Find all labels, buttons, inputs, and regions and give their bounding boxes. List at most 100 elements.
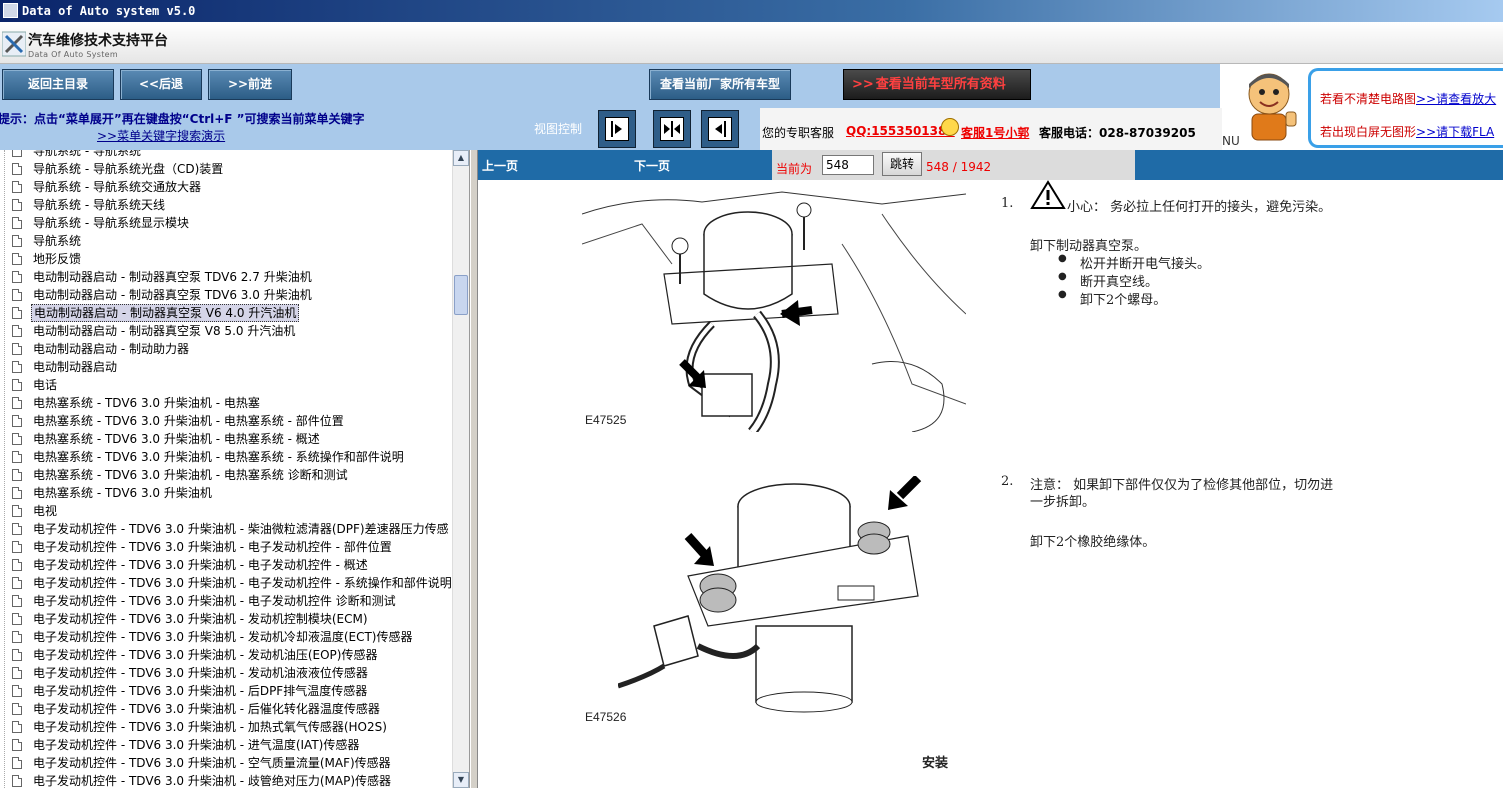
step-2-number: 2.	[1001, 474, 1014, 489]
tree-item[interactable]: 导航系统 - 导航系统光盘（CD)装置	[0, 160, 452, 178]
tree-item[interactable]: 电子发动机控件 - TDV6 3.0 升柴油机 - 歧管绝对压力(MAP)传感器	[0, 772, 452, 788]
tree-item-label: 电热塞系统 - TDV6 3.0 升柴油机 - 电热塞系统 - 系统操作和部件说…	[33, 450, 404, 464]
document-icon	[12, 757, 22, 769]
menu-tree: 导航系统 - 导航系统 导航系统 - 导航系统光盘（CD)装置 导航系统 - 导航系…	[0, 150, 470, 788]
tree-item-label: 导航系统 - 导航系统天线	[33, 198, 165, 212]
tree-item[interactable]: 电动制动器启动 - 制动器真空泵 V8 5.0 升汽油机	[0, 322, 452, 340]
document-icon	[12, 523, 22, 535]
tree-item[interactable]: 电子发动机控件 - TDV6 3.0 升柴油机 - 发动机冷却液温度(ECT)传…	[0, 628, 452, 646]
view-expand-right-button[interactable]	[598, 110, 636, 148]
install-heading: 安装	[922, 756, 949, 771]
tree-item[interactable]: 电子发动机控件 - TDV6 3.0 升柴油机 - 柴油微粒滤清器(DPF)差速…	[0, 520, 452, 538]
document-icon	[12, 559, 22, 571]
tree-item[interactable]: 地形反馈	[0, 250, 452, 268]
tree-item[interactable]: 电热塞系统 - TDV6 3.0 升柴油机 - 电热塞系统 - 系统操作和部件说…	[0, 448, 452, 466]
document-icon	[12, 150, 22, 157]
view-split-button[interactable]	[653, 110, 691, 148]
current-page-label: 当前为	[776, 162, 813, 176]
tree-item-label: 电子发动机控件 - TDV6 3.0 升柴油机 - 电子发动机控件 - 系统操作…	[33, 576, 452, 590]
document-icon	[12, 307, 22, 319]
tree-item[interactable]: 导航系统 - 导航系统	[0, 150, 452, 160]
service-phone: 客服电话：028-87039205	[1039, 126, 1196, 140]
tree-item[interactable]: 电子发动机控件 - TDV6 3.0 升柴油机 - 发动机油液液位传感器	[0, 664, 452, 682]
document-content: E47525 E47526 1. 小心： 务必拉上任何打开的接头，避免污染。 卸…	[478, 180, 1503, 788]
step-1-bullet-2: 断开真空线。	[1058, 271, 1158, 290]
pager-bar: 上一页 下一页 当前为 跳转 548 / 1942	[478, 150, 1503, 180]
tree-item[interactable]: 电动制动器启动	[0, 358, 452, 376]
tree-item[interactable]: 电子发动机控件 - TDV6 3.0 升柴油机 - 电子发动机控件 - 概述	[0, 556, 452, 574]
hint-text: 提示：点击“菜单展开”再在键盘按“Ctrl+F ”可搜索当前菜单关键字	[0, 112, 365, 126]
prev-page-link[interactable]: 上一页	[482, 157, 518, 174]
page-number-input[interactable]	[822, 155, 874, 175]
next-page-link[interactable]: 下一页	[634, 157, 670, 174]
step-1-caution: 小心： 务必拉上任何打开的接头，避免污染。	[1067, 200, 1332, 215]
tree-item[interactable]: 电子发动机控件 - TDV6 3.0 升柴油机 - 后催化转化器温度传感器	[0, 700, 452, 718]
tree-item-label: 电热塞系统 - TDV6 3.0 升柴油机 - 电热塞系统 - 部件位置	[33, 414, 344, 428]
tree-item[interactable]: 电子发动机控件 - TDV6 3.0 升柴油机 - 发动机油压(EOP)传感器	[0, 646, 452, 664]
tree-item-label: 电动制动器启动 - 制动器真空泵 TDV6 3.0 升柴油机	[33, 288, 312, 302]
tree-item[interactable]: 电热塞系统 - TDV6 3.0 升柴油机 - 电热塞系统 诊断和测试	[0, 466, 452, 484]
search-demo-link[interactable]: >>菜单关键字搜索演示	[97, 127, 225, 144]
tree-item[interactable]: 电动制动器启动 - 制动器真空泵 V6 4.0 升汽油机	[0, 304, 452, 322]
document-icon	[12, 433, 22, 445]
tree-item[interactable]: 导航系统 - 导航系统交通放大器	[0, 178, 452, 196]
tree-item[interactable]: 电动制动器启动 - 制动助力器	[0, 340, 452, 358]
tree-scrollbar[interactable]: ▲ ▼	[452, 150, 469, 788]
ad-panel: 若看不清楚电路图>>请查看放大 若出现白屏无图形>>请下载FLA	[1222, 64, 1503, 150]
ad-line-1: 若看不清楚电路图>>请查看放大	[1320, 90, 1496, 107]
view-expand-left-button[interactable]	[701, 110, 739, 148]
document-icon	[12, 631, 22, 643]
double-arrow-icon: >>	[852, 77, 874, 92]
all-docs-button[interactable]: >> 查看当前车型所有资料	[843, 69, 1031, 100]
zoom-view-link[interactable]: >>请查看放大	[1416, 92, 1496, 106]
document-icon	[12, 217, 22, 229]
jump-button[interactable]: 跳转	[882, 152, 922, 176]
tree-item[interactable]: 电子发动机控件 - TDV6 3.0 升柴油机 - 后DPF排气温度传感器	[0, 682, 452, 700]
download-flash-link[interactable]: >>请下载FLA	[1416, 125, 1494, 139]
qq-link[interactable]: QQ:1553501388	[846, 124, 955, 138]
step-1-number: 1.	[1001, 196, 1014, 211]
service-agent-link[interactable]: 客服1号小郭	[961, 124, 1029, 141]
view-control-label: 视图控制	[534, 122, 583, 136]
tree-item[interactable]: 电热塞系统 - TDV6 3.0 升柴油机 - 电热塞	[0, 394, 452, 412]
tree-item[interactable]: 导航系统 - 导航系统天线	[0, 196, 452, 214]
home-button[interactable]: 返回主目录	[2, 69, 114, 100]
window-title: Data of Auto system v5.0	[22, 4, 196, 18]
tree-item[interactable]: 电热塞系统 - TDV6 3.0 升柴油机	[0, 484, 452, 502]
panel-splitter[interactable]	[470, 150, 478, 788]
tree-item-label: 电子发动机控件 - TDV6 3.0 升柴油机 - 发动机油压(EOP)传感器	[33, 648, 378, 662]
ad-line-2: 若出现白屏无图形>>请下载FLA	[1320, 123, 1494, 140]
tree-item[interactable]: 电子发动机控件 - TDV6 3.0 升柴油机 - 进气温度(IAT)传感器	[0, 736, 452, 754]
tree-item[interactable]: 电子发动机控件 - TDV6 3.0 升柴油机 - 加热式氧气传感器(HO2S)	[0, 718, 452, 736]
tree-item[interactable]: 电热塞系统 - TDV6 3.0 升柴油机 - 电热塞系统 - 部件位置	[0, 412, 452, 430]
tree-item[interactable]: 电子发动机控件 - TDV6 3.0 升柴油机 - 电子发动机控件 诊断和测试	[0, 592, 452, 610]
tree-item[interactable]: 电子发动机控件 - TDV6 3.0 升柴油机 - 空气质量流量(MAF)传感器	[0, 754, 452, 772]
scroll-thumb[interactable]	[454, 275, 468, 315]
tree-item[interactable]: 电视	[0, 502, 452, 520]
tree-item[interactable]: 电子发动机控件 - TDV6 3.0 升柴油机 - 电子发动机控件 - 部件位置	[0, 538, 452, 556]
vacuum-pump-removed-illustration	[618, 476, 928, 716]
tree-item-label: 电子发动机控件 - TDV6 3.0 升柴油机 - 电子发动机控件 诊断和测试	[33, 594, 396, 608]
tree-item[interactable]: 电话	[0, 376, 452, 394]
tree-item[interactable]: 电子发动机控件 - TDV6 3.0 升柴油机 - 发动机控制模块(ECM)	[0, 610, 452, 628]
tree-item-label: 电动制动器启动 - 制动器真空泵 TDV6 2.7 升柴油机	[33, 270, 312, 284]
all-models-button[interactable]: 查看当前厂家所有车型	[649, 69, 791, 100]
tree-item[interactable]: 导航系统 - 导航系统显示模块	[0, 214, 452, 232]
document-icon	[12, 289, 22, 301]
tree-item[interactable]: 电热塞系统 - TDV6 3.0 升柴油机 - 电热塞系统 - 概述	[0, 430, 452, 448]
tree-item[interactable]: 电动制动器启动 - 制动器真空泵 TDV6 3.0 升柴油机	[0, 286, 452, 304]
qq-avatar-icon[interactable]	[941, 118, 959, 136]
forward-button[interactable]: >>前进	[208, 69, 292, 100]
scroll-down-icon[interactable]: ▼	[453, 772, 469, 788]
document-icon	[12, 595, 22, 607]
step-1-bullet-1: 松开并断开电气接头。	[1058, 253, 1210, 272]
tree-item[interactable]: 电子发动机控件 - TDV6 3.0 升柴油机 - 电子发动机控件 - 系统操作…	[0, 574, 452, 592]
back-button[interactable]: <<后退	[120, 69, 202, 100]
scroll-up-icon[interactable]: ▲	[453, 150, 469, 166]
tree-item[interactable]: 导航系统	[0, 232, 452, 250]
tree-item-label: 地形反馈	[33, 252, 82, 266]
tree-item[interactable]: 电动制动器启动 - 制动器真空泵 TDV6 2.7 升柴油机	[0, 268, 452, 286]
tree-item-label: 电热塞系统 - TDV6 3.0 升柴油机 - 电热塞	[33, 396, 260, 410]
tree-item-label: 电子发动机控件 - TDV6 3.0 升柴油机 - 发动机油液液位传感器	[33, 666, 368, 680]
step-1-action: 卸下制动器真空泵。	[1030, 239, 1148, 254]
